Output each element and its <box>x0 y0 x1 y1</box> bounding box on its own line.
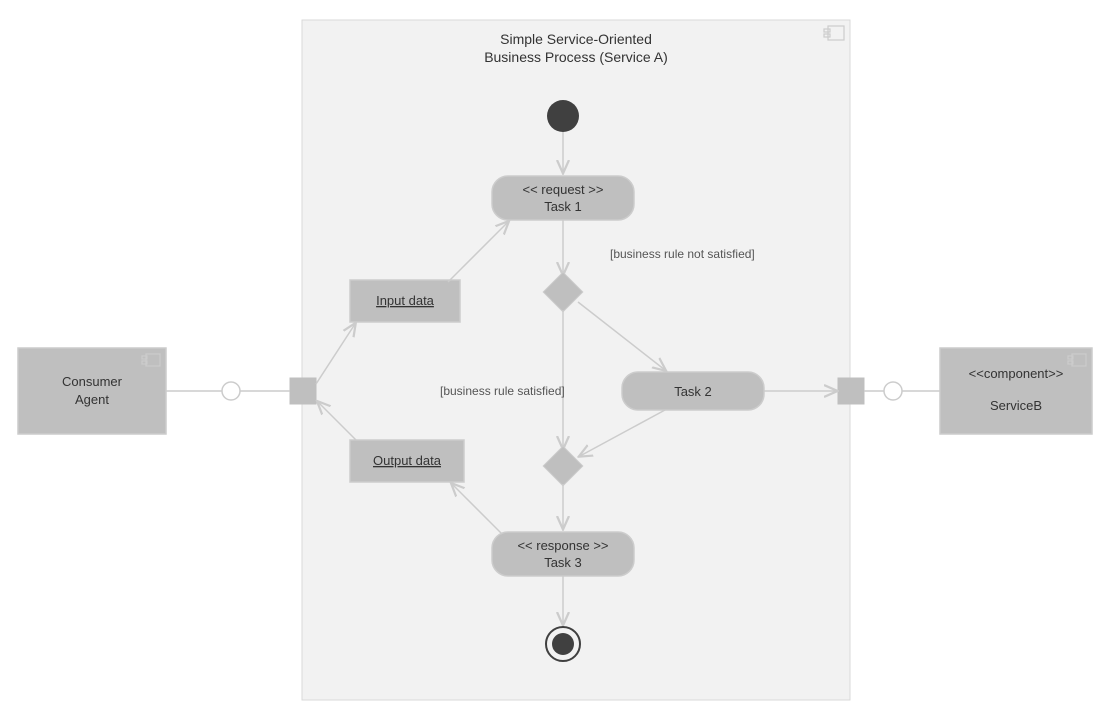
task2-name: Task 2 <box>674 384 712 399</box>
consumer-sub: Agent <box>75 392 109 407</box>
consumer-name: Consumer <box>62 374 123 389</box>
output-data-label: Output data <box>373 453 442 468</box>
task1-stereotype: << request >> <box>523 182 604 197</box>
interface-ball-left <box>222 382 240 400</box>
interface-ball-right <box>884 382 902 400</box>
task3-stereotype: << response >> <box>517 538 608 553</box>
task3-name: Task 3 <box>544 555 582 570</box>
serviceb-name: ServiceB <box>990 398 1042 413</box>
input-data-label: Input data <box>376 293 435 308</box>
diagram-title-line2: Business Process (Service A) <box>484 49 668 65</box>
final-node-inner <box>552 633 574 655</box>
left-port <box>290 378 316 404</box>
right-port <box>838 378 864 404</box>
task1-name: Task 1 <box>544 199 582 214</box>
initial-node <box>547 100 579 132</box>
guard-satisfied: [business rule satisfied] <box>440 384 565 398</box>
serviceb-stereotype: <<component>> <box>969 366 1064 381</box>
guard-not-satisfied: [business rule not satisfied] <box>610 247 755 261</box>
diagram-title-line1: Simple Service-Oriented <box>500 31 652 47</box>
